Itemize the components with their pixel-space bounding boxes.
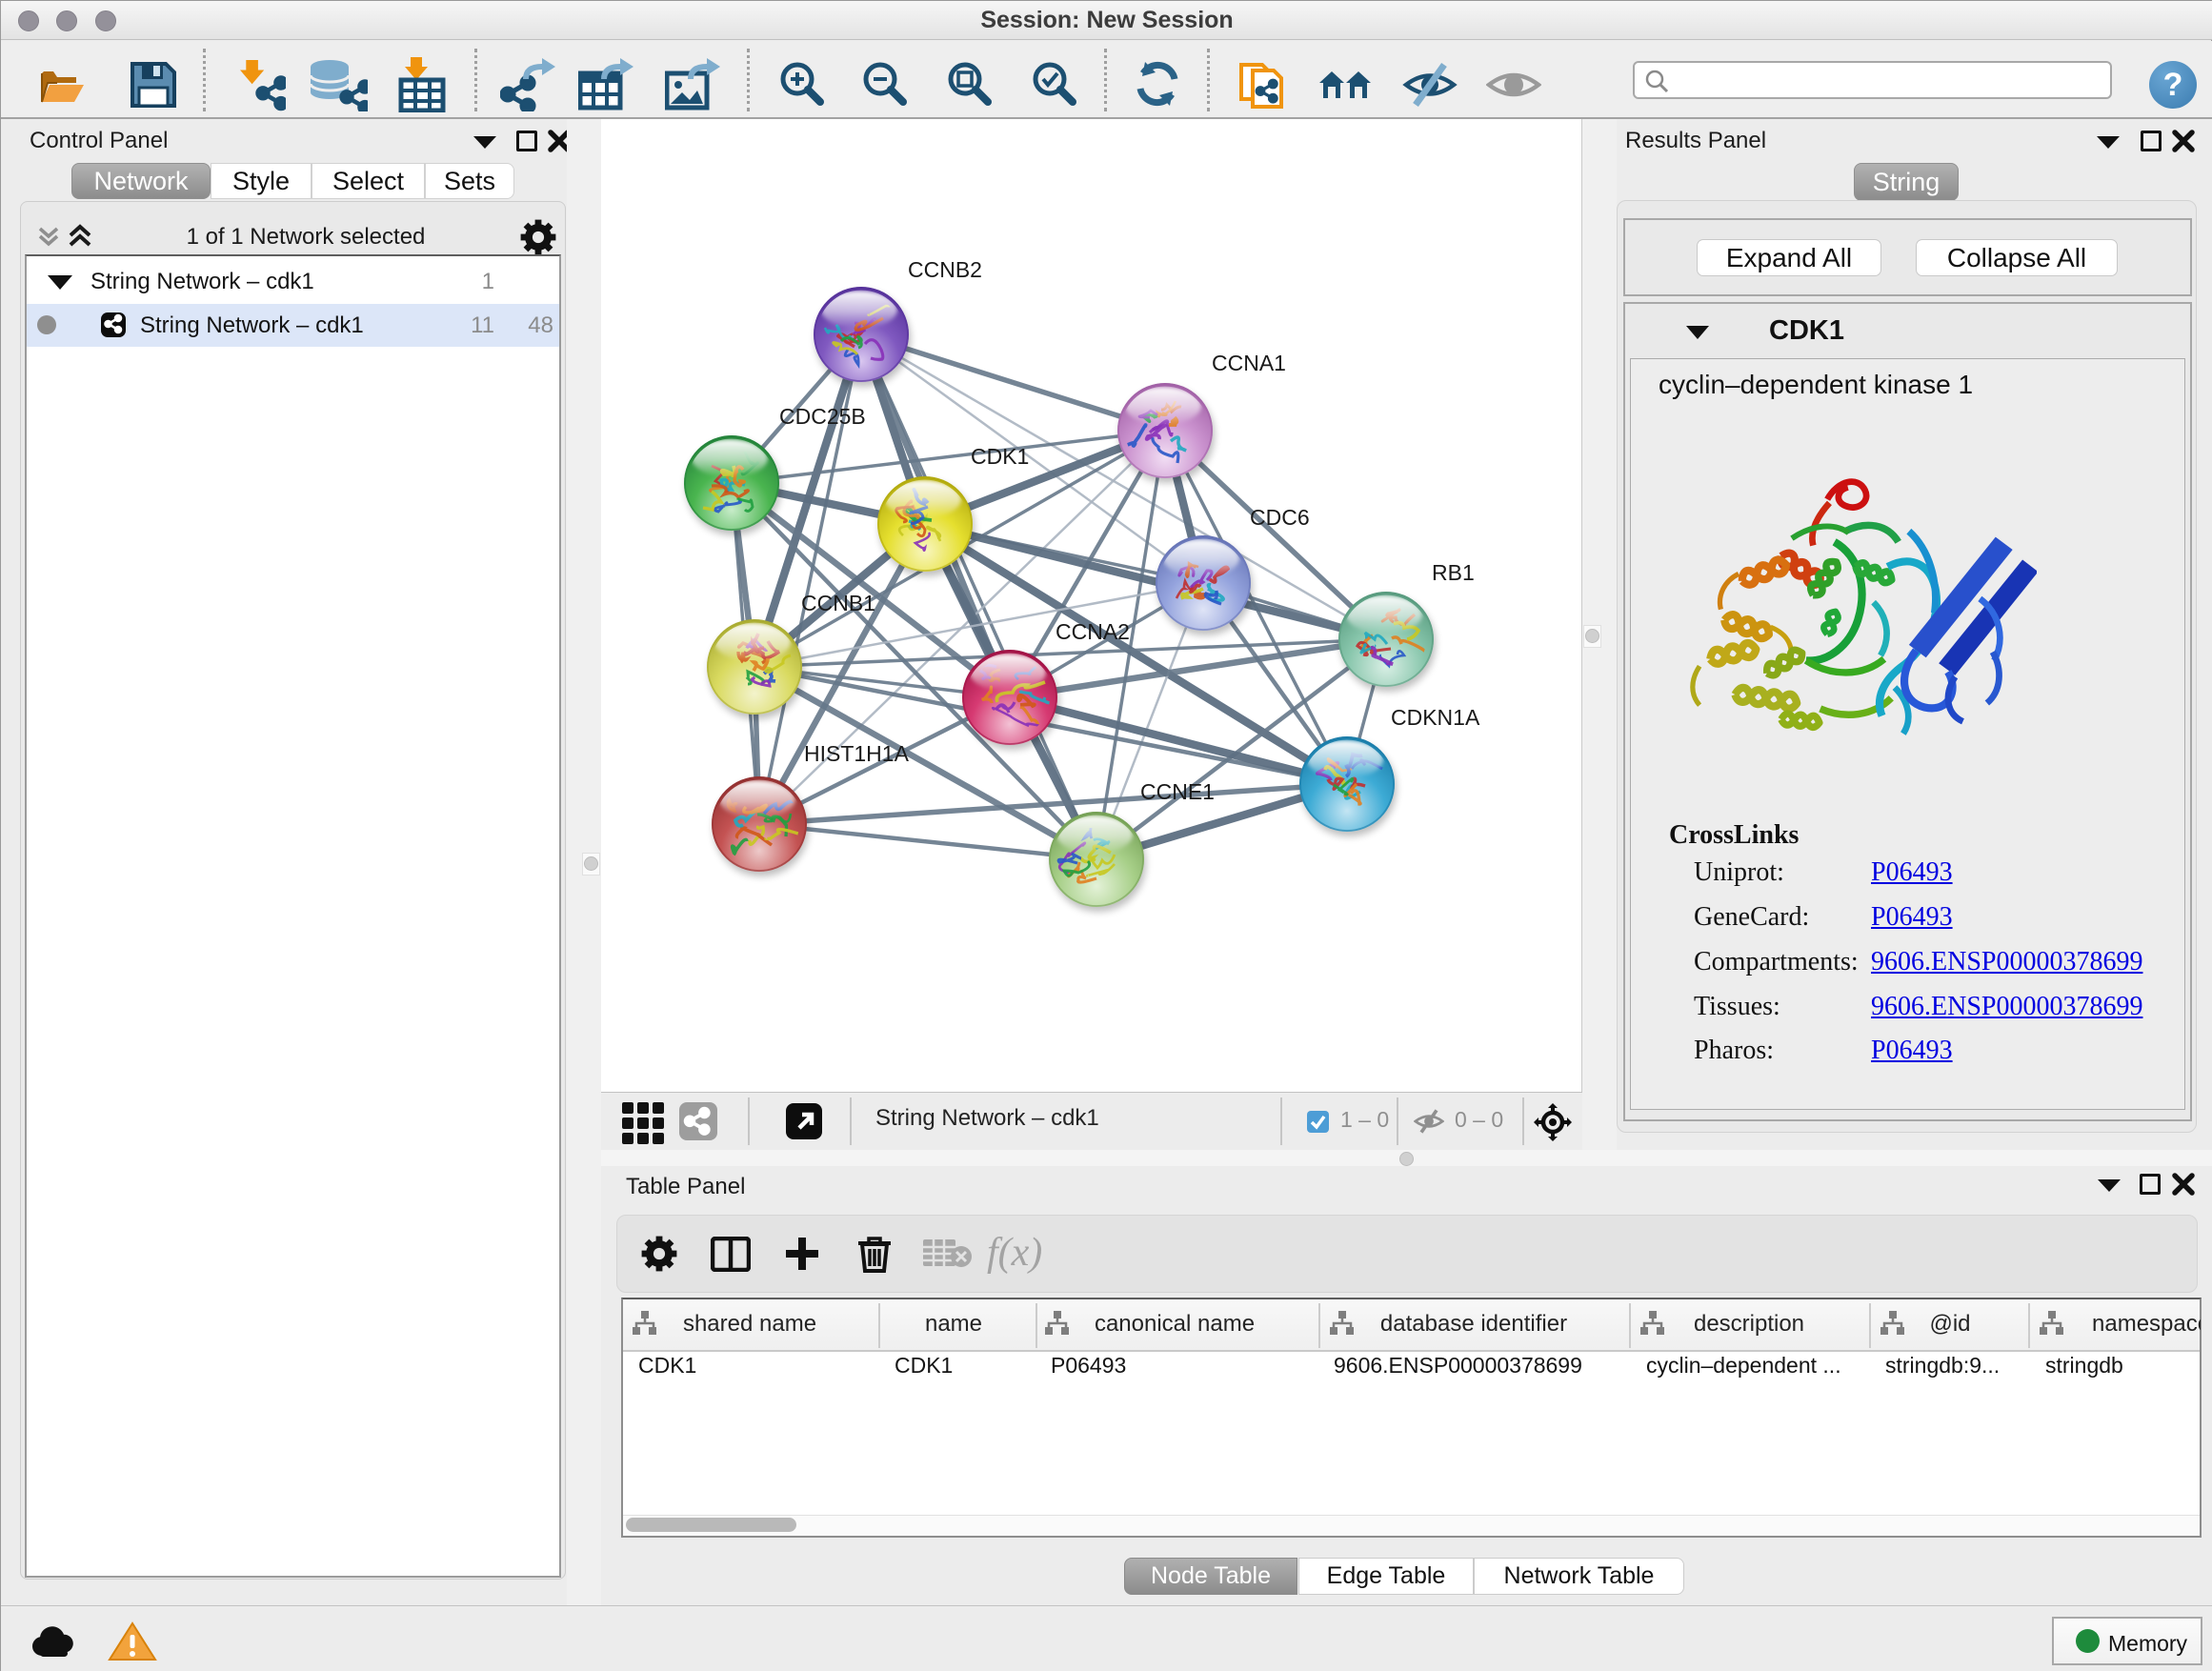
svg-text:RB1: RB1 [1432,560,1475,585]
svg-text:CCNE1: CCNE1 [1140,779,1215,804]
svg-text:CDKN1A: CDKN1A [1391,705,1480,730]
svg-text:CCNB1: CCNB1 [801,591,875,615]
svg-text:CCNB2: CCNB2 [908,257,982,282]
svg-text:CCNA1: CCNA1 [1212,351,1286,375]
svg-text:HIST1H1A: HIST1H1A [804,741,910,766]
svg-text:CDC25B: CDC25B [779,404,866,429]
svg-text:CDC6: CDC6 [1250,505,1310,530]
svg-text:CCNA2: CCNA2 [1056,619,1130,644]
svg-text:CDK1: CDK1 [971,444,1029,469]
